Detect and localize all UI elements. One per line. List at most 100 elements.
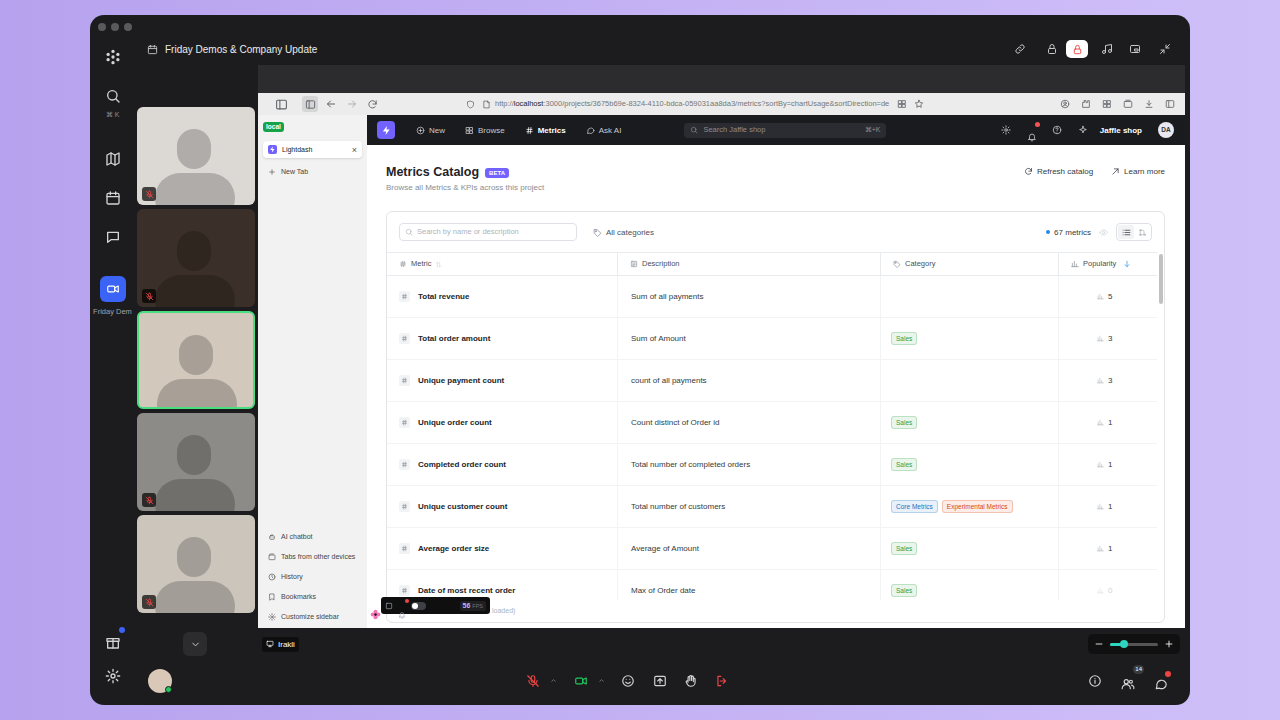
mic-off-icon[interactable] [526, 674, 540, 688]
meeting-item[interactable] [100, 276, 126, 302]
chat-button[interactable] [1154, 674, 1168, 688]
participant-tile[interactable] [137, 515, 255, 613]
new-tab-button[interactable]: New Tab [263, 165, 362, 178]
zoom-out-icon[interactable] [1094, 639, 1104, 649]
nav-item[interactable]: Browse [462, 121, 508, 139]
participant-tile[interactable] [137, 311, 255, 409]
expand-button[interactable] [183, 632, 207, 656]
address-bar[interactable]: http://localhost:3000/projects/3675b69e-… [466, 99, 924, 109]
share-screen-icon[interactable] [653, 674, 667, 688]
category-filter[interactable]: All categories [587, 223, 660, 241]
metric-name[interactable]: Average order size [418, 543, 489, 554]
table-search[interactable] [399, 223, 577, 241]
react-scan-icon[interactable] [370, 609, 381, 620]
browser-tab[interactable]: Lightdash× [263, 141, 362, 158]
metric-name[interactable]: Date of most recent order [418, 585, 515, 596]
metric-name[interactable]: Unique customer count [418, 501, 507, 512]
table-row[interactable]: Completed order countTotal number of com… [387, 444, 1157, 486]
table-row[interactable]: Total revenueSum of all payments5 [387, 276, 1157, 318]
view-button[interactable] [1118, 225, 1134, 239]
sidebar-link[interactable]: AI chatbot [263, 527, 362, 547]
category-tag[interactable]: Core Metrics [891, 500, 938, 513]
nav-item[interactable]: Ask AI [583, 121, 625, 139]
panel-icon[interactable] [1165, 99, 1175, 109]
metric-name[interactable]: Unique order count [418, 417, 492, 428]
forward-arrow-icon[interactable] [346, 98, 358, 110]
table-row[interactable]: Date of most recent orderMax of Order da… [387, 570, 1157, 600]
category-tag[interactable]: Sales [891, 584, 917, 597]
view-button[interactable] [1134, 225, 1150, 239]
close-button[interactable] [98, 23, 106, 31]
reload-icon[interactable] [367, 99, 378, 110]
camera-icon[interactable] [574, 674, 588, 688]
table-search-input[interactable] [417, 227, 571, 237]
devtools-alerts[interactable] [398, 602, 406, 610]
category-tag[interactable]: Sales [891, 458, 917, 471]
leave-icon[interactable] [715, 674, 729, 688]
lightdash-logo[interactable] [377, 121, 395, 139]
download-icon[interactable] [1144, 99, 1154, 109]
collapse-icon[interactable] [1159, 43, 1171, 55]
table-row[interactable]: Unique order countCount distinct of Orde… [387, 402, 1157, 444]
picture-in-picture-icon[interactable] [1129, 43, 1141, 55]
grid-icon[interactable] [1102, 99, 1112, 109]
sidebar-button[interactable] [302, 96, 318, 112]
zoom-knob[interactable] [1120, 640, 1128, 648]
table-row[interactable]: Unique payment countcount of all payment… [387, 360, 1157, 402]
sidebar-link[interactable]: Tabs from other devices [263, 547, 362, 567]
settings-icon[interactable] [105, 668, 121, 684]
category-tag[interactable]: Sales [891, 542, 917, 555]
zoom-button[interactable] [124, 23, 132, 31]
column-header[interactable]: Description [617, 253, 880, 275]
gift-button[interactable] [105, 633, 121, 649]
sidebar-toggle-icon[interactable] [275, 98, 288, 111]
sparkle-icon[interactable] [1078, 125, 1088, 135]
metric-name[interactable]: Unique payment count [418, 375, 504, 386]
sort-icon[interactable] [435, 261, 442, 268]
calendar-icon[interactable] [105, 190, 121, 206]
extension-icon[interactable] [1081, 99, 1091, 109]
participant-tile[interactable] [137, 107, 255, 205]
metric-name[interactable]: Total revenue [418, 291, 469, 302]
metric-name[interactable]: Total order amount [418, 333, 490, 344]
notifications-button[interactable] [1027, 125, 1037, 135]
minimize-button[interactable] [111, 23, 119, 31]
account-icon[interactable] [1060, 99, 1070, 109]
action-button[interactable]: Refresh catalog [1024, 166, 1093, 177]
nav-item[interactable]: New [413, 121, 448, 139]
help-icon[interactable] [1052, 125, 1062, 135]
sort-desc-icon[interactable] [1123, 260, 1131, 268]
raise-hand-icon[interactable] [684, 674, 698, 688]
participant-tile[interactable] [137, 209, 255, 307]
category-tag[interactable]: Experimental Metrics [942, 500, 1013, 513]
participants-button[interactable]: 14 [1121, 674, 1135, 688]
table-row[interactable]: Average order sizeAverage of AmountSales… [387, 528, 1157, 570]
settings-icon[interactable] [1001, 125, 1011, 135]
project-switcher[interactable]: Jaffle shop [1100, 125, 1142, 136]
column-header[interactable]: Popularity [1058, 253, 1157, 275]
devtools-toggle[interactable] [411, 602, 426, 610]
self-avatar[interactable] [148, 669, 172, 693]
sidebar-link[interactable]: Customize sidebar [263, 607, 362, 627]
caret-up-icon[interactable] [550, 677, 557, 684]
nav-item[interactable]: Metrics [522, 121, 569, 139]
inspect-icon[interactable] [385, 602, 393, 610]
profile-badge[interactable]: local [263, 122, 284, 132]
category-tag[interactable]: Sales [891, 416, 917, 429]
lock-button[interactable] [1066, 40, 1088, 58]
info-icon[interactable] [1088, 674, 1102, 688]
apps-icon[interactable] [897, 99, 907, 109]
close-tab-button[interactable]: × [352, 145, 357, 155]
table-row[interactable]: Total order amountSum of AmountSales3 [387, 318, 1157, 360]
meeting-label[interactable]: Friday Dem [93, 307, 132, 317]
zoom-in-icon[interactable] [1164, 639, 1174, 649]
search-input[interactable] [703, 125, 859, 135]
tabs-icon[interactable] [1123, 99, 1133, 109]
back-arrow-icon[interactable] [325, 98, 337, 110]
caret-up-icon[interactable] [598, 677, 605, 684]
search-icon[interactable] [105, 88, 121, 104]
participant-tile[interactable] [137, 413, 255, 511]
column-header[interactable]: Metric [387, 253, 617, 275]
book-icon[interactable] [105, 151, 121, 167]
metric-name[interactable]: Completed order count [418, 459, 506, 470]
